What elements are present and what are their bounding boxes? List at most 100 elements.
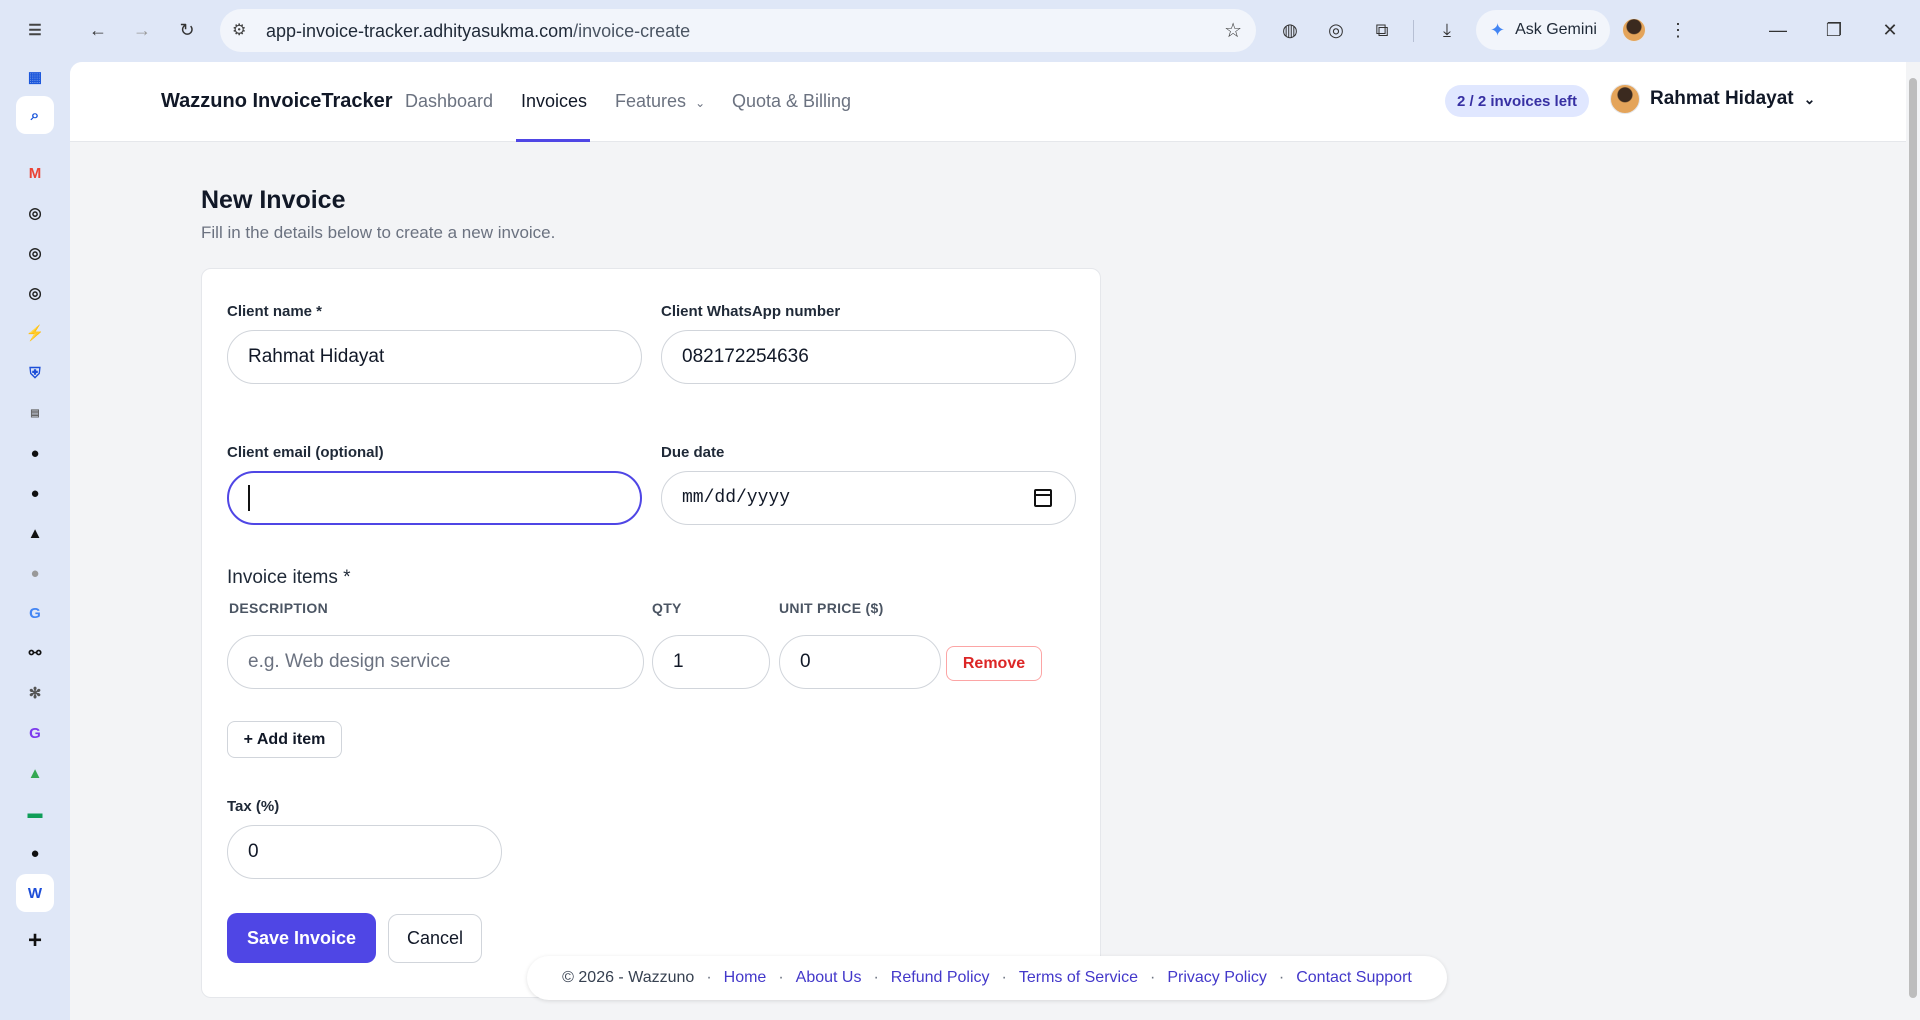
upwork-tab-icon[interactable]: ● <box>21 479 49 507</box>
bolt-tab-icon[interactable]: ⚡ <box>21 319 49 347</box>
app-header: Wazzuno InvoiceTracker Dashboard Invoice… <box>70 62 1908 142</box>
chevron-down-icon: ⌄ <box>1803 90 1816 107</box>
user-name: Rahmat Hidayat <box>1650 88 1794 109</box>
sheets-tab-icon[interactable]: ▬ <box>21 799 49 827</box>
ask-gemini-button[interactable]: ✦ Ask Gemini <box>1476 10 1610 50</box>
nav-features-label: Features <box>615 91 687 111</box>
tab-search-icon[interactable]: ⌕ <box>16 96 54 134</box>
browser-menu-icon[interactable]: ⋮ <box>1662 14 1694 46</box>
invoice-items-heading: Invoice items * <box>227 567 351 588</box>
active-nav-indicator <box>516 139 590 142</box>
drive-tab-icon[interactable]: ▲ <box>21 759 49 787</box>
vertical-tab-strip: ☰ ▦ ⌕ M ◎ ◎ ◎ ⚡ ⛨ ▤ ● ● ▲ ● G ⚯ ✻ G ▲ ▬ … <box>0 0 70 1020</box>
footer-separator: · <box>778 969 784 986</box>
gmail-tab-icon[interactable]: M <box>21 159 49 187</box>
footer-link-refund[interactable]: Refund Policy <box>891 969 990 987</box>
save-invoice-button[interactable]: Save Invoice <box>227 913 376 963</box>
footer-separator: · <box>873 969 879 986</box>
google-tab-icon[interactable]: G <box>21 599 49 627</box>
collapse-tabs-icon[interactable]: ☰ <box>21 16 49 44</box>
site-info-icon[interactable]: ⚙ <box>232 20 246 40</box>
add-item-button[interactable]: + Add item <box>227 721 342 758</box>
link-tab-icon[interactable]: ⚯ <box>21 639 49 667</box>
footer-link-contact[interactable]: Contact Support <box>1296 969 1412 987</box>
due-date-input[interactable]: mm/dd/yyyy <box>661 471 1076 525</box>
calendar-icon[interactable] <box>1034 489 1052 507</box>
avatar <box>1610 84 1640 114</box>
page-title: New Invoice <box>201 186 346 214</box>
tax-label: Tax (%) <box>227 798 280 815</box>
toolbar-divider <box>1413 20 1414 42</box>
lens-icon[interactable]: ◍ <box>1274 14 1306 46</box>
invoice-form-card: Client name * Client WhatsApp number Cli… <box>201 268 1101 998</box>
close-window-icon[interactable]: ✕ <box>1874 14 1906 46</box>
target-tab-icon[interactable]: ◎ <box>21 199 49 227</box>
footer-separator: · <box>1149 969 1156 986</box>
footer-link-home[interactable]: Home <box>724 969 767 987</box>
footer-bar: © 2026 - Wazzuno · Home · About Us · Ref… <box>527 956 1447 1000</box>
col-description: DESCRIPTION <box>229 600 328 616</box>
reload-icon[interactable]: ↻ <box>171 14 203 46</box>
client-email-input[interactable] <box>227 471 642 525</box>
footer-copyright: © 2026 - Wazzuno <box>562 969 695 986</box>
tax-input[interactable] <box>227 825 502 879</box>
upwork-tab-icon[interactable]: ● <box>21 439 49 467</box>
openai-tab-icon[interactable]: ✻ <box>21 679 49 707</box>
browser-toolbar: ← → ↻ ⚙ app-invoice-tracker.adhityasukma… <box>70 0 1920 62</box>
footer-link-terms[interactable]: Terms of Service <box>1019 969 1138 987</box>
cancel-button[interactable]: Cancel <box>388 914 482 963</box>
page-scrollbar[interactable] <box>1906 62 1920 1020</box>
client-name-label: Client name * <box>227 303 323 320</box>
gemini-sparkle-icon: ✦ <box>1490 19 1506 40</box>
quota-badge: 2 / 2 invoices left <box>1445 85 1590 117</box>
profile-avatar[interactable] <box>1618 14 1650 46</box>
col-qty: QTY <box>652 600 682 616</box>
footer-separator: · <box>1278 969 1285 986</box>
item-unit-price-input[interactable] <box>779 635 941 689</box>
whatsapp-input[interactable] <box>661 330 1076 384</box>
tab-groups-icon[interactable]: ▦ <box>21 63 49 91</box>
target-tab-icon[interactable]: ◎ <box>21 279 49 307</box>
minimize-icon[interactable]: — <box>1762 14 1794 46</box>
target-tab-icon[interactable]: ◎ <box>21 239 49 267</box>
url-host: app-invoice-tracker.adhityasukma.com <box>266 21 574 41</box>
item-description-input[interactable] <box>227 635 644 689</box>
new-tab-icon[interactable]: + <box>21 927 49 955</box>
shield-tab-icon[interactable]: ⛨ <box>21 359 49 387</box>
restore-icon[interactable]: ❐ <box>1818 14 1850 46</box>
triangle-tab-icon[interactable]: ▲ <box>21 519 49 547</box>
footer-link-about[interactable]: About Us <box>796 969 862 987</box>
url-path: /invoice-create <box>573 21 691 41</box>
client-email-label: Client email (optional) <box>227 444 384 461</box>
extension-target-icon[interactable]: ◎ <box>1320 14 1352 46</box>
remove-item-button[interactable]: Remove <box>946 646 1042 681</box>
chevron-down-icon: ⌄ <box>695 96 706 110</box>
col-unit-price: UNIT PRICE ($) <box>779 600 884 616</box>
forward-icon[interactable]: → <box>126 14 158 46</box>
download-icon[interactable]: ⤓ <box>1431 14 1463 46</box>
globe-tab-icon[interactable]: ● <box>21 559 49 587</box>
nav-invoices[interactable]: Invoices <box>521 91 587 112</box>
text-cursor <box>248 485 250 511</box>
client-name-input[interactable] <box>227 330 642 384</box>
item-qty-input[interactable] <box>652 635 770 689</box>
grammarly-tab-icon[interactable]: G <box>21 719 49 747</box>
current-tab-icon[interactable]: W <box>16 874 54 912</box>
user-menu[interactable]: Rahmat Hidayat ⌄ <box>1610 84 1815 114</box>
whatsapp-label: Client WhatsApp number <box>661 303 841 320</box>
address-bar[interactable]: ⚙ app-invoice-tracker.adhityasukma.com/i… <box>220 9 1256 52</box>
back-icon[interactable]: ← <box>82 14 114 46</box>
brand-logo[interactable]: Wazzuno InvoiceTracker <box>161 90 393 113</box>
footer-separator: · <box>706 969 712 986</box>
nav-quota-billing[interactable]: Quota & Billing <box>732 91 851 112</box>
footer-link-privacy[interactable]: Privacy Policy <box>1167 969 1267 987</box>
due-date-label: Due date <box>661 444 725 461</box>
nav-features[interactable]: Features ⌄ <box>615 91 705 112</box>
github-tab-icon[interactable]: ● <box>21 839 49 867</box>
extensions-icon[interactable]: ⧉ <box>1366 14 1398 46</box>
scrollbar-thumb[interactable] <box>1909 78 1917 998</box>
nav-dashboard[interactable]: Dashboard <box>405 91 493 112</box>
grid-tab-icon[interactable]: ▤ <box>21 399 49 427</box>
bookmark-star-icon[interactable]: ☆ <box>1224 18 1242 43</box>
due-date-placeholder: mm/dd/yyyy <box>682 488 791 508</box>
